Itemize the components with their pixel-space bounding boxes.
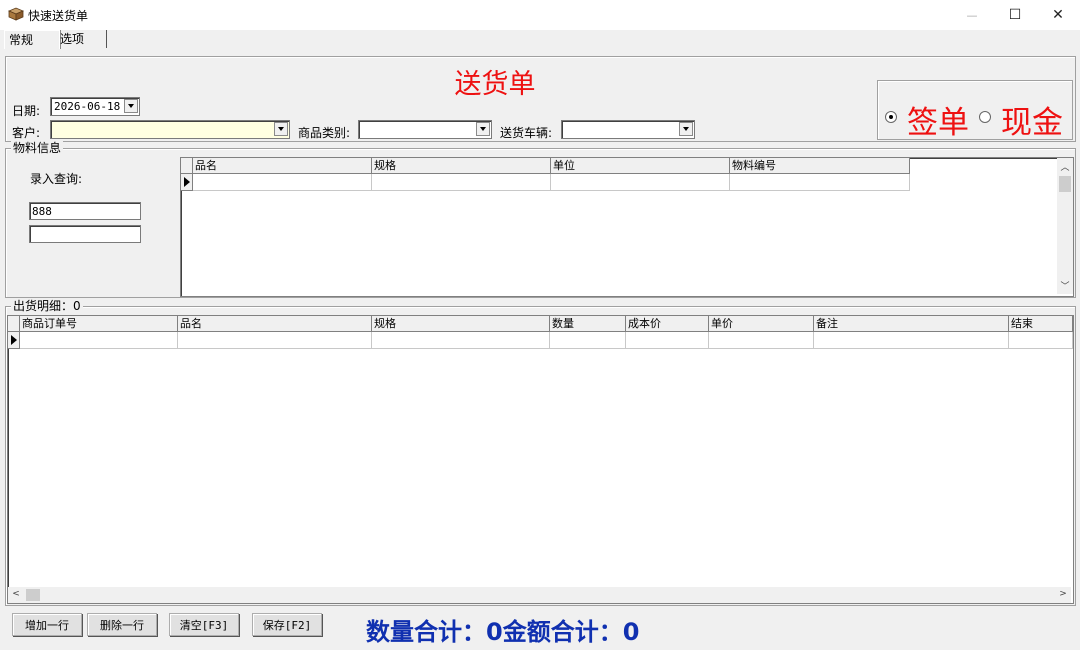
chevron-down-icon[interactable] xyxy=(679,122,693,136)
tab-general[interactable]: 常规 xyxy=(4,30,60,49)
table-cell[interactable] xyxy=(626,332,709,349)
material-grid[interactable]: 品名 规格 单位 物料编号 ︿ ﹀ xyxy=(180,157,1074,297)
title-bar xyxy=(0,0,1080,30)
vehicle-select[interactable] xyxy=(561,120,695,139)
signed-bill-label[interactable]: 签单 xyxy=(907,97,969,142)
scroll-thumb[interactable] xyxy=(26,589,40,601)
maximize-icon: ☐ xyxy=(1008,7,1022,23)
query-input[interactable]: 888 xyxy=(29,202,141,220)
chevron-down-icon[interactable] xyxy=(274,122,288,136)
column-header[interactable]: 品名 xyxy=(178,316,372,332)
category-select[interactable] xyxy=(358,120,492,139)
vehicle-label: 送货车辆: xyxy=(500,126,553,140)
column-header[interactable]: 规格 xyxy=(372,158,551,174)
table-cell[interactable] xyxy=(372,332,550,349)
table-cell[interactable] xyxy=(730,174,910,191)
table-cell[interactable] xyxy=(178,332,372,349)
table-cell[interactable] xyxy=(551,174,730,191)
column-header[interactable]: 物料编号 xyxy=(730,158,910,174)
customer-select[interactable] xyxy=(50,120,290,139)
table-cell[interactable] xyxy=(193,174,372,191)
chevron-down-icon[interactable] xyxy=(124,99,138,113)
column-header[interactable]: 单位 xyxy=(551,158,730,174)
radio-cash[interactable] xyxy=(979,111,991,123)
table-cell[interactable] xyxy=(20,332,178,349)
table-cell[interactable] xyxy=(550,332,626,349)
column-header[interactable]: 数量 xyxy=(550,316,626,332)
scroll-right-icon[interactable]: > xyxy=(1055,589,1071,599)
save-button[interactable]: 保存[F2] xyxy=(252,613,322,636)
app-box-icon xyxy=(8,7,24,21)
minimize-button[interactable]: — xyxy=(950,0,994,30)
column-header[interactable]: 商品订单号 xyxy=(20,316,178,332)
scroll-up-icon[interactable]: ︿ xyxy=(1057,160,1073,173)
category-label: 商品类别: xyxy=(298,126,351,140)
close-icon: ✕ xyxy=(1052,7,1064,23)
page-title: 送货单 xyxy=(454,69,536,100)
clear-button[interactable]: 清空[F3] xyxy=(169,613,239,636)
table-cell[interactable] xyxy=(372,174,551,191)
query-second-input[interactable] xyxy=(29,225,141,243)
shipment-horizontal-scrollbar[interactable]: < > xyxy=(8,587,1071,603)
current-row-indicator xyxy=(8,332,20,349)
column-header[interactable]: 结束 xyxy=(1009,316,1073,332)
column-header[interactable]: 品名 xyxy=(193,158,372,174)
delete-row-button[interactable]: 删除一行 xyxy=(87,613,157,636)
scroll-thumb[interactable] xyxy=(1059,176,1071,192)
add-row-button[interactable]: 增加一行 xyxy=(12,613,82,636)
row-indicator-header xyxy=(8,316,20,332)
scroll-down-icon[interactable]: ﹀ xyxy=(1057,279,1073,292)
date-picker[interactable]: 2026-06-18 xyxy=(50,97,140,116)
material-vertical-scrollbar[interactable]: ︿ ﹀ xyxy=(1057,158,1073,294)
maximize-button[interactable]: ☐ xyxy=(993,0,1037,30)
shipment-group-title: 出货明细：0 xyxy=(11,299,83,313)
scroll-left-icon[interactable]: < xyxy=(8,589,24,599)
totals-summary: 数量合计：0金额合计：0 xyxy=(366,618,640,646)
material-group-title: 物料信息 xyxy=(11,141,64,155)
customer-label: 客户: xyxy=(12,126,41,140)
date-label: 日期: xyxy=(12,104,41,118)
table-cell[interactable] xyxy=(709,332,814,349)
shipment-grid[interactable]: 商品订单号 品名 规格 数量 成本价 单价 备注 结束 < > xyxy=(7,315,1074,604)
table-cell[interactable] xyxy=(1009,332,1073,349)
tab-options[interactable]: 选项 xyxy=(58,30,107,48)
close-button[interactable]: ✕ xyxy=(1036,0,1080,30)
column-header[interactable]: 成本价 xyxy=(626,316,709,332)
cash-label[interactable]: 现金 xyxy=(1001,97,1063,142)
date-value: 2026-06-18 xyxy=(54,100,121,113)
radio-signed-bill[interactable] xyxy=(885,111,897,123)
chevron-down-icon[interactable] xyxy=(476,122,490,136)
column-header[interactable]: 单价 xyxy=(709,316,814,332)
window-title: 快速送货单 xyxy=(28,9,89,23)
row-indicator-header xyxy=(181,158,193,174)
table-cell[interactable] xyxy=(814,332,1009,349)
minimize-icon: — xyxy=(966,8,978,22)
query-label: 录入查询: xyxy=(30,172,83,186)
current-row-indicator xyxy=(181,174,193,191)
column-header[interactable]: 规格 xyxy=(372,316,550,332)
column-header[interactable]: 备注 xyxy=(814,316,1009,332)
